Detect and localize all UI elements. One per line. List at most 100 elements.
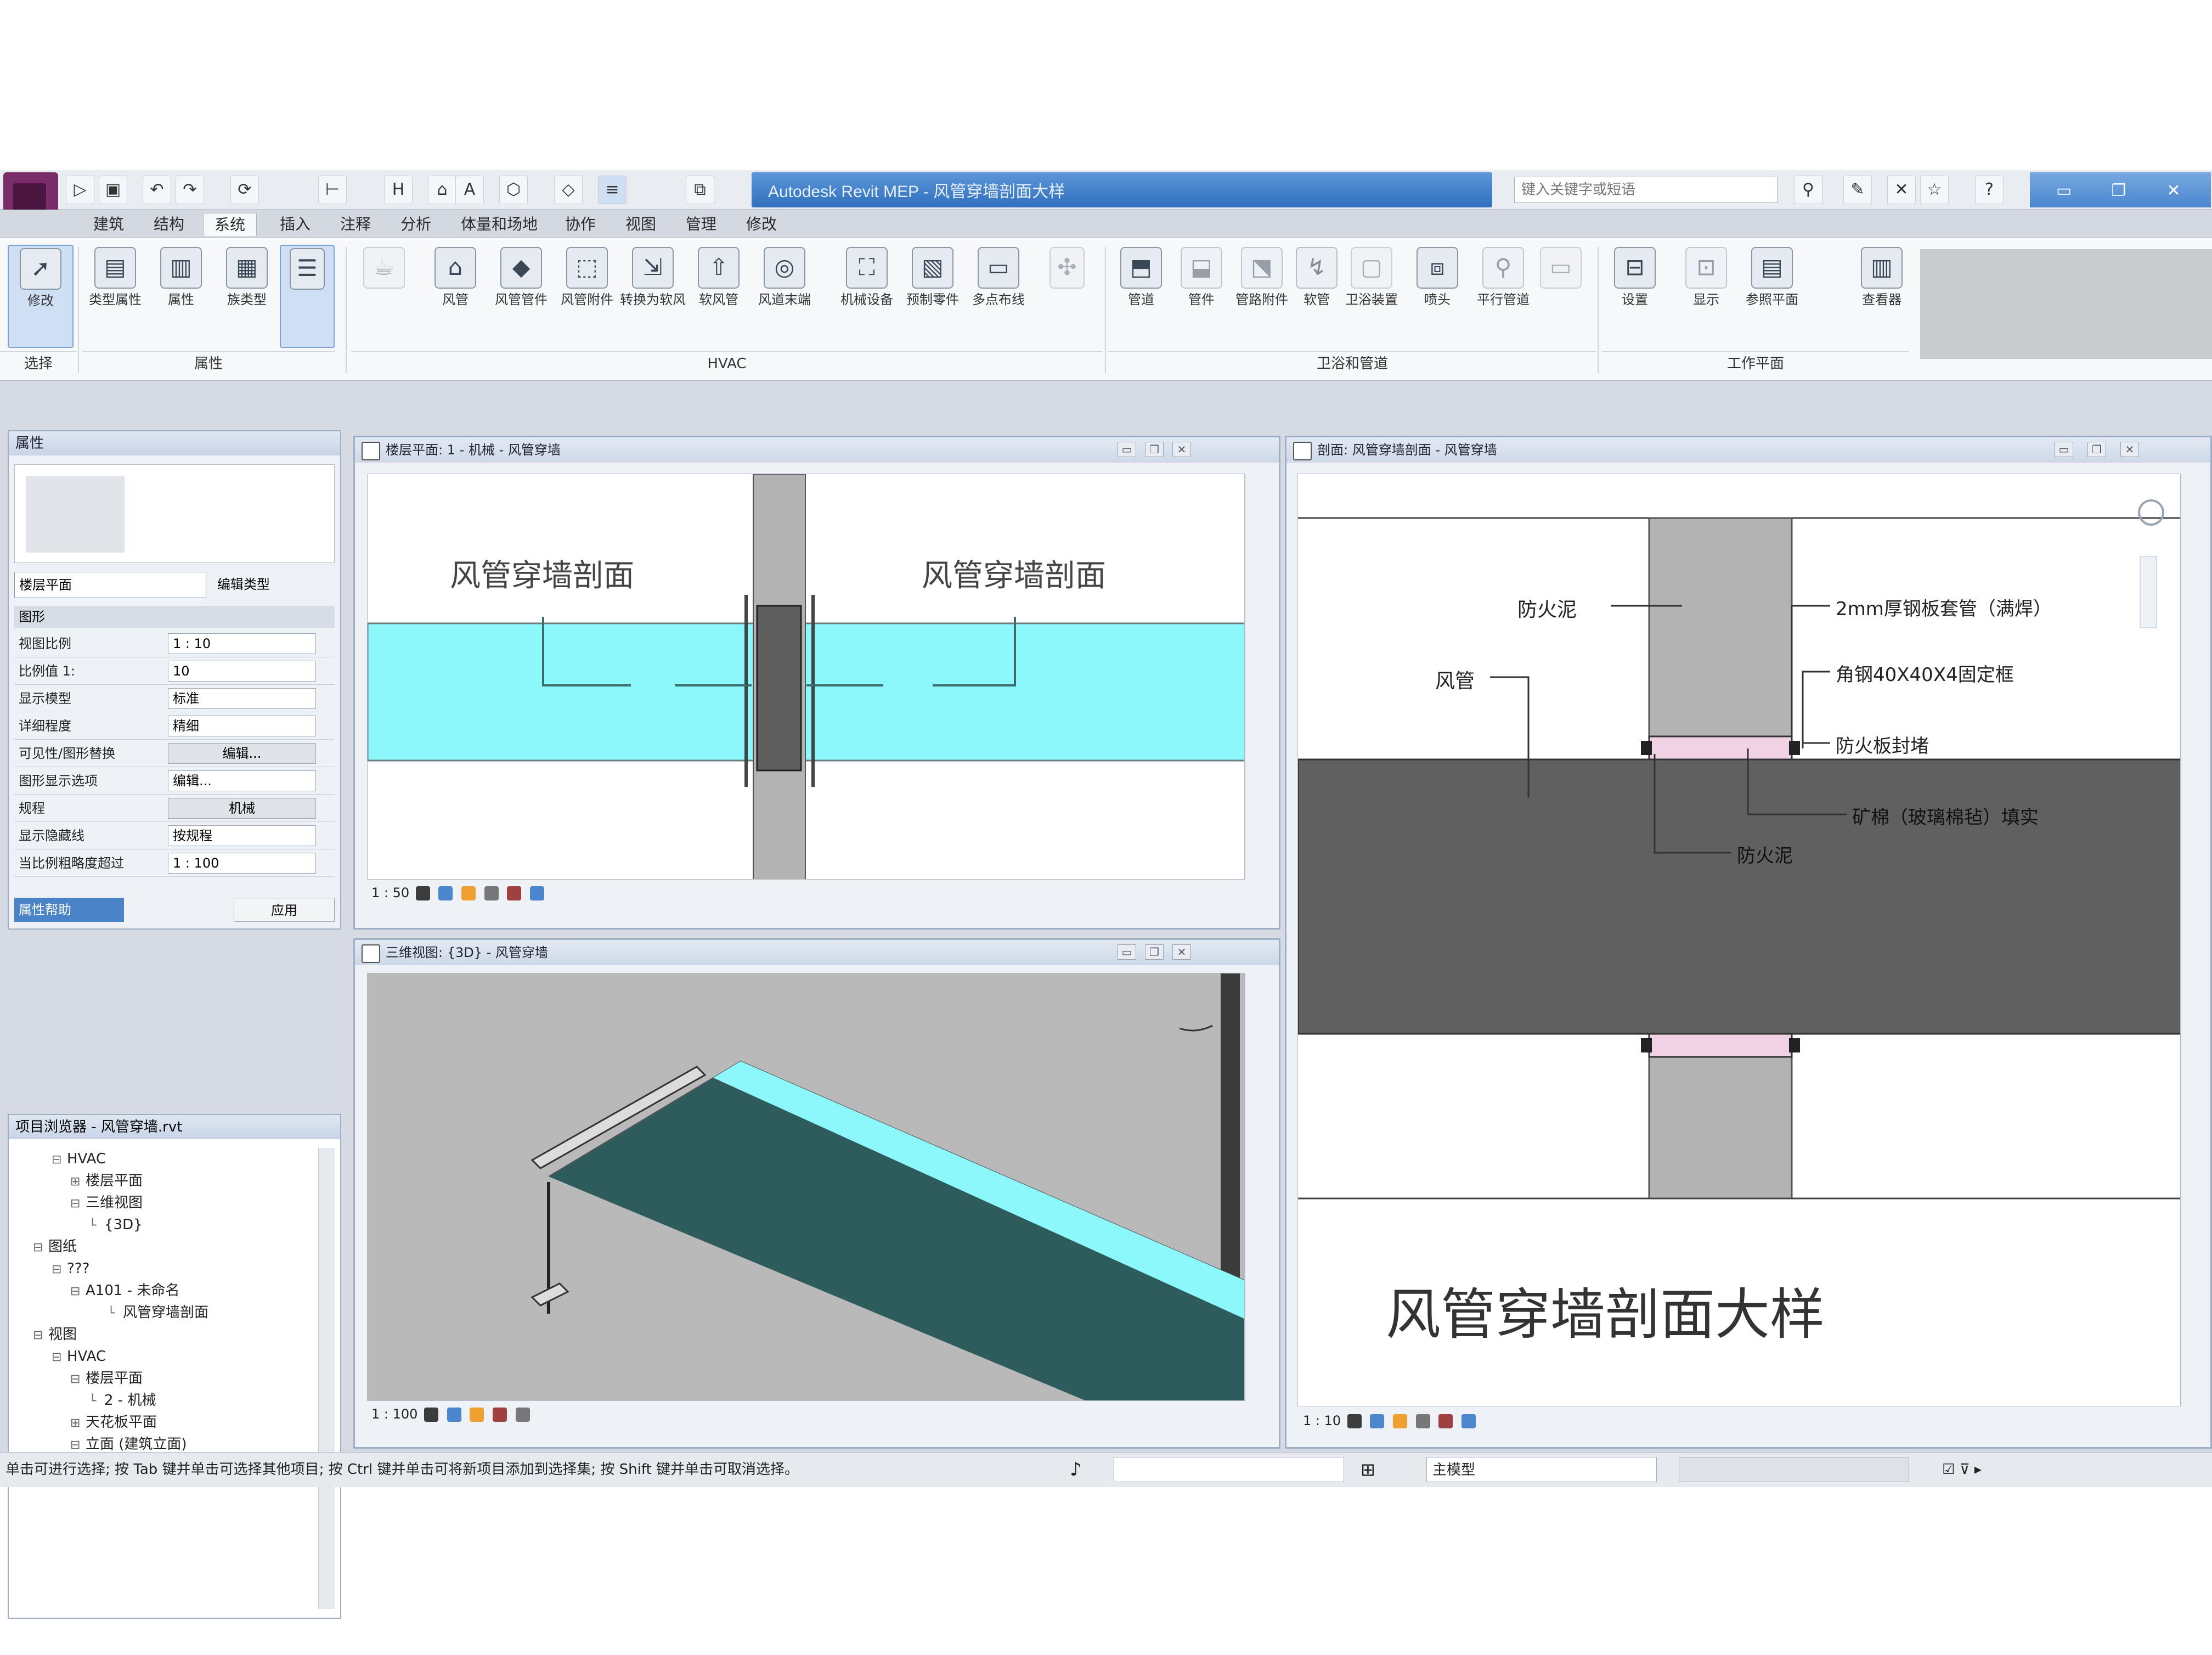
shadows-icon[interactable] bbox=[484, 886, 499, 900]
crop-icon[interactable] bbox=[507, 886, 522, 900]
label-fireproof-board[interactable]: 防火板封堵 bbox=[1836, 731, 1929, 758]
help-icon[interactable]: ? bbox=[1975, 176, 2004, 204]
tab-collaborate[interactable]: 协作 bbox=[554, 213, 607, 236]
thin-lines-icon[interactable]: ≡ bbox=[598, 176, 627, 204]
tab-manage[interactable]: 管理 bbox=[675, 213, 727, 236]
detail-level-icon[interactable] bbox=[424, 1408, 439, 1422]
browser-item[interactable]: └ 2 - 机械 bbox=[14, 1389, 316, 1411]
section-label-left[interactable]: 风管穿墙剖面 bbox=[450, 551, 634, 595]
show-workplane-button[interactable]: ⊡ 显示 bbox=[1673, 245, 1739, 348]
detail-title[interactable]: 风管穿墙剖面大样 bbox=[1386, 1270, 1825, 1349]
apply-button[interactable]: 应用 bbox=[234, 898, 335, 922]
sun-path-icon[interactable] bbox=[470, 1408, 484, 1422]
property-value[interactable]: 按规程 bbox=[168, 825, 316, 846]
mechanical-equipment-button[interactable]: ⛶ 机械设备 bbox=[834, 245, 900, 348]
favorites-icon[interactable]: ☆ bbox=[1920, 176, 1949, 204]
binoculars-icon[interactable]: ⚲ bbox=[1794, 176, 1822, 204]
hide-icon[interactable] bbox=[515, 1408, 530, 1422]
minimize-icon[interactable]: ▭ bbox=[2046, 179, 2081, 203]
air-terminal-button[interactable]: ◎ 风道末端 bbox=[752, 245, 817, 348]
detail-level-icon[interactable] bbox=[415, 886, 430, 900]
minimize-view-icon[interactable]: ▭ bbox=[2055, 442, 2073, 457]
expand-toggle-icon[interactable]: ⊟ bbox=[33, 1237, 48, 1259]
hide-icon[interactable] bbox=[530, 886, 544, 900]
main-model-field[interactable]: 主模型 bbox=[1426, 1457, 1657, 1482]
browser-item[interactable]: ⊞ 楼层平面 bbox=[14, 1170, 316, 1192]
communication-icon[interactable]: ✕ bbox=[1887, 176, 1916, 204]
restore-icon[interactable]: ❐ bbox=[2101, 179, 2136, 203]
label-filler[interactable]: 矿棉（玻璃棉毡）填实 bbox=[1852, 802, 2039, 829]
shadows-icon[interactable] bbox=[1415, 1414, 1430, 1428]
set-workplane-button[interactable]: ⊟ 设置 bbox=[1602, 245, 1668, 348]
section-scrollbar[interactable] bbox=[2181, 474, 2195, 1406]
open-icon[interactable]: ▷ bbox=[66, 176, 94, 204]
text-icon[interactable]: A bbox=[455, 176, 484, 204]
detail-level-icon[interactable] bbox=[1347, 1414, 1362, 1428]
close-view-icon[interactable]: ✕ bbox=[2120, 442, 2139, 457]
browser-item[interactable]: ⊟ A101 - 未命名 bbox=[14, 1280, 316, 1302]
plan-canvas[interactable]: 风管穿墙剖面 风管穿墙剖面 bbox=[367, 474, 1245, 880]
visual-style-icon[interactable] bbox=[438, 886, 453, 900]
reference-plane-button[interactable]: ▤ 参照平面 bbox=[1739, 245, 1805, 348]
property-value[interactable]: 1 : 100 bbox=[168, 853, 316, 874]
section-canvas[interactable]: 防火泥 风管 2mm厚钢板套管（满焊） 角钢40X40X4固定框 防火板封堵 矿… bbox=[1297, 474, 2181, 1406]
browser-item[interactable]: ⊞ 天花板平面 bbox=[14, 1411, 316, 1433]
type-properties-button[interactable]: ▤ 类型属性 bbox=[82, 245, 148, 348]
browser-item[interactable]: ⊟ HVAC bbox=[14, 1346, 316, 1367]
browser-item[interactable]: ⊟ 三维视图 bbox=[14, 1192, 316, 1214]
tab-massing[interactable]: 体量和场地 bbox=[450, 213, 549, 236]
expand-toggle-icon[interactable]: ⊟ bbox=[70, 1281, 86, 1303]
restore-view-icon[interactable]: ❐ bbox=[1145, 944, 1164, 960]
property-category[interactable]: 图形 bbox=[14, 606, 335, 628]
sun-path-icon[interactable] bbox=[1393, 1414, 1408, 1428]
crop-icon[interactable] bbox=[1438, 1414, 1453, 1428]
browser-item[interactable]: └ {3D} bbox=[14, 1214, 316, 1236]
edit-button[interactable]: 编辑... bbox=[168, 743, 316, 764]
label-fire-mud-2[interactable]: 防火泥 bbox=[1737, 841, 1793, 868]
properties-toggle-button[interactable]: ☰ bbox=[280, 245, 335, 348]
restore-view-icon[interactable]: ❐ bbox=[1145, 442, 1164, 457]
3d-view-icon[interactable]: ⬡ bbox=[499, 176, 528, 204]
parallel-pipes-button[interactable]: ⚲ 平行管道 bbox=[1470, 245, 1536, 348]
viewer-button[interactable]: ▥ 查看器 bbox=[1849, 245, 1915, 348]
property-value[interactable]: 10 bbox=[168, 661, 316, 682]
restore-view-icon[interactable]: ❐ bbox=[2087, 442, 2106, 457]
pipe-button[interactable]: ⬒ 管道 bbox=[1108, 245, 1174, 348]
duct-button[interactable]: ⌂ 风管 bbox=[422, 245, 488, 348]
tab-insert[interactable]: 插入 bbox=[269, 213, 321, 236]
close-view-icon[interactable]: ✕ bbox=[1172, 442, 1191, 457]
browser-item[interactable]: └ 风管穿墙剖面 bbox=[14, 1302, 316, 1324]
sync-icon[interactable]: ⟳ bbox=[230, 176, 259, 204]
plan-scrollbar[interactable] bbox=[1245, 474, 1259, 880]
sun-path-icon[interactable] bbox=[461, 886, 476, 900]
family-types-button[interactable]: ▦ 族类型 bbox=[214, 245, 280, 348]
edit-type-button[interactable]: 编辑类型 bbox=[213, 572, 335, 598]
browser-item[interactable]: ⊟??? bbox=[14, 1258, 316, 1280]
expand-toggle-icon[interactable]: ⊞ bbox=[70, 1412, 86, 1434]
property-value[interactable]: 1 : 10 bbox=[168, 633, 316, 654]
switch-windows-icon[interactable]: ⧉ bbox=[686, 176, 714, 204]
visual-style-icon[interactable] bbox=[1370, 1414, 1385, 1428]
workset-field[interactable] bbox=[1114, 1457, 1344, 1482]
property-value[interactable]: 标准 bbox=[168, 688, 316, 709]
dimension-icon[interactable]: H bbox=[384, 176, 413, 204]
expand-toggle-icon[interactable]: ⊞ bbox=[70, 1171, 86, 1193]
modify-button[interactable]: ➚ 修改 bbox=[8, 245, 74, 348]
duct-fitting-button[interactable]: ◆ 风管管件 bbox=[488, 245, 554, 348]
scale-label[interactable]: 1 : 10 bbox=[1303, 1413, 1341, 1428]
editable-icon[interactable]: ⊞ bbox=[1361, 1453, 1375, 1487]
label-fire-mud[interactable]: 防火泥 bbox=[1517, 594, 1577, 622]
save-icon[interactable]: ▣ bbox=[99, 176, 127, 204]
type-selector[interactable]: 楼层平面 bbox=[14, 572, 206, 598]
tab-architecture[interactable]: 建筑 bbox=[82, 213, 135, 236]
tag-icon[interactable]: ⌂ bbox=[428, 176, 456, 204]
property-value[interactable]: 编辑... bbox=[168, 770, 316, 791]
browser-scrollbar[interactable] bbox=[318, 1148, 335, 1609]
browser-item[interactable]: ⊟ 视图 bbox=[14, 1324, 316, 1346]
convert-flex-button[interactable]: ⇲ 转换为软风管 bbox=[620, 245, 686, 348]
duct-accessory-button[interactable]: ⬚ 风管附件 bbox=[554, 245, 620, 348]
tab-modify[interactable]: 修改 bbox=[735, 213, 788, 236]
filter-icon-left[interactable]: ♪ bbox=[1070, 1453, 1082, 1487]
label-duct[interactable]: 风管 bbox=[1435, 665, 1475, 694]
tab-structure[interactable]: 结构 bbox=[143, 213, 195, 236]
